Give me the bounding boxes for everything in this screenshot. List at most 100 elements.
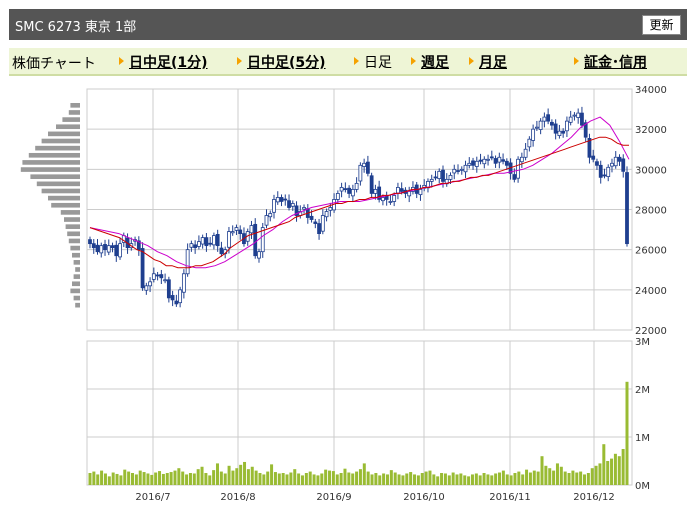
candle-body xyxy=(151,273,156,280)
volume-bar xyxy=(397,474,401,485)
profile-bar xyxy=(64,217,80,222)
candle-body xyxy=(230,231,235,234)
candle-body xyxy=(290,203,295,207)
candle-body xyxy=(595,161,599,166)
volume-bar xyxy=(103,473,107,485)
volume-bar xyxy=(270,464,274,485)
candle-body xyxy=(388,201,393,203)
candle-body xyxy=(531,128,536,141)
candle-body xyxy=(429,178,434,182)
volume-bar xyxy=(239,464,243,485)
volume-bar xyxy=(598,463,602,485)
candle-body xyxy=(561,130,566,134)
volume-bar xyxy=(88,473,92,485)
candle-body xyxy=(542,116,547,122)
volume-bar xyxy=(424,471,428,485)
candle-body xyxy=(591,155,596,160)
volume-bar xyxy=(544,465,548,485)
profile-bar xyxy=(75,302,80,308)
volume-bar xyxy=(436,476,440,485)
volume-bar xyxy=(501,470,505,485)
candle-body xyxy=(580,112,584,126)
candle-body xyxy=(606,166,611,177)
candle-body xyxy=(347,187,352,194)
volume-tick-label: 2M xyxy=(635,385,650,396)
candle-body xyxy=(568,116,573,123)
price-tick-label: 22000 xyxy=(635,326,667,337)
volume-bar xyxy=(316,475,320,485)
profile-bar xyxy=(73,295,80,301)
volume-bar xyxy=(96,474,100,485)
volume-bar xyxy=(154,472,158,485)
volume-bar xyxy=(432,474,436,485)
candle-body xyxy=(189,243,194,248)
volume-bar xyxy=(208,475,212,485)
volume-bar xyxy=(625,381,629,485)
candle-body xyxy=(534,126,539,129)
candle-body xyxy=(320,215,325,232)
price-tick-label: 28000 xyxy=(635,206,667,217)
profile-bar xyxy=(22,160,80,165)
profile-bar xyxy=(60,210,80,215)
volume-bar xyxy=(467,476,471,485)
profile-bar xyxy=(20,167,80,172)
volume-bar xyxy=(366,471,370,485)
volume-bar xyxy=(606,461,610,485)
stock-chart: 34000 32000 30000 28000 26000 24000 22000 3M 2M… xyxy=(20,85,667,503)
x-tick-label: 2016/11 xyxy=(489,492,531,503)
profile-bar xyxy=(30,174,80,180)
candle-body xyxy=(140,248,145,289)
volume-bar xyxy=(107,476,111,485)
candle-body xyxy=(170,295,175,301)
candle-body xyxy=(159,274,164,279)
candle-body xyxy=(272,199,276,213)
volume-bar xyxy=(304,473,308,485)
volume-bar xyxy=(405,473,409,485)
volume-bar xyxy=(146,473,150,485)
volume-bar xyxy=(347,472,351,485)
volume-bar xyxy=(266,471,270,485)
candle-body xyxy=(617,156,622,162)
candle-body xyxy=(257,251,261,259)
x-tick-label: 2016/10 xyxy=(403,492,445,503)
candle-body xyxy=(215,234,220,247)
volume-bar xyxy=(389,470,393,485)
volume-bar xyxy=(173,470,177,485)
volume-bar xyxy=(532,470,536,485)
candle-body xyxy=(234,227,239,231)
volume-bar xyxy=(335,474,339,485)
profile-bar xyxy=(41,188,80,194)
candle-body xyxy=(212,235,216,246)
volume-bar xyxy=(455,474,459,485)
volume-bar xyxy=(165,473,169,485)
volume-bar xyxy=(428,470,432,485)
volume-bar xyxy=(297,473,301,485)
candle-body xyxy=(381,197,385,202)
volume-bar xyxy=(490,475,494,485)
volume-bar xyxy=(540,456,544,485)
candle-body xyxy=(486,158,490,161)
volume-panel: 3M 2M 1M 0M xyxy=(86,337,650,492)
profile-bar xyxy=(36,181,80,187)
candle-body xyxy=(313,221,318,224)
candle-body xyxy=(512,174,517,180)
volume-bar xyxy=(231,470,235,485)
price-tick-label: 30000 xyxy=(635,165,667,176)
volume-bar xyxy=(494,473,498,485)
candle-body xyxy=(602,174,607,177)
candle-body xyxy=(456,170,460,172)
volume-bar xyxy=(409,472,413,485)
volume-bar xyxy=(185,474,189,485)
volume-bar xyxy=(188,473,192,485)
volume-bar xyxy=(571,470,575,485)
profile-bar xyxy=(41,138,80,144)
volume-bar xyxy=(324,469,328,485)
volume-bar xyxy=(281,473,285,485)
volume-bar xyxy=(138,470,142,485)
profile-bar xyxy=(62,117,80,122)
price-tick-label: 32000 xyxy=(635,125,667,136)
volume-bar xyxy=(559,466,563,485)
volume-bar xyxy=(358,469,362,485)
volume-bar xyxy=(613,453,617,485)
candle-body xyxy=(99,245,104,254)
